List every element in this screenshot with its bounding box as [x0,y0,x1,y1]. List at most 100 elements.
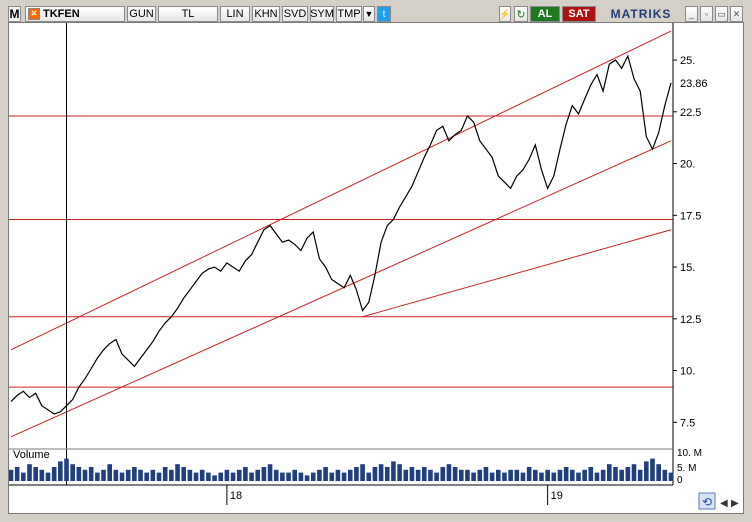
period-button[interactable]: GUN [127,6,156,22]
twitter-icon[interactable]: t [377,6,391,22]
minimize-icon[interactable]: _ [685,6,698,22]
scale-button[interactable]: LIN [220,6,250,22]
sell-button[interactable]: SAT [562,6,596,22]
volume-bar [64,458,69,481]
volume-bar [267,464,273,481]
x-tick-label: 18 [230,490,242,502]
volume-bar [14,467,20,481]
volume-bar [403,469,409,481]
last-value-label: 23.86 [680,78,708,90]
volume-bar [551,472,557,481]
buy-button[interactable]: AL [530,6,560,22]
volume-bar [113,469,119,481]
close-icon[interactable]: ✕ [28,8,40,20]
volume-tick-label: 0 [677,475,683,486]
y-tick-label: 22.5 [680,107,701,119]
volume-bar [644,461,649,481]
volume-bar [384,467,390,481]
volume-bar [95,472,100,481]
volume-bar [243,467,248,481]
brand-logo: MATRIKS [610,7,672,21]
volume-bar [138,469,143,481]
volume-bar [397,464,402,481]
volume-bar [625,467,631,481]
volume-bar [27,464,32,481]
y-tick-label: 7.5 [680,417,695,429]
volume-bar [45,472,51,481]
volume-bar [51,467,57,481]
volume-bar [125,469,131,481]
volume-bar [545,469,550,481]
volume-bar [162,467,168,481]
arrow-left-icon[interactable]: ◀ [720,498,728,509]
volume-bar [33,467,38,481]
volume-bar [483,467,489,481]
volume-bar [206,472,211,481]
volume-bar [452,467,458,481]
volume-bar [508,469,513,481]
volume-bar [607,464,612,481]
volume-bar [440,467,446,481]
volume-bar [354,467,359,481]
volume-bar [557,469,563,481]
svd-button[interactable]: SVD [282,6,308,22]
volume-bar [570,469,575,481]
volume-bar [76,467,82,481]
volume-bar [187,469,193,481]
volume-bar [502,472,507,481]
refresh-icon[interactable]: ⚡ [499,6,511,22]
volume-bar [347,469,353,481]
volume-bar [335,469,341,481]
volume-bar [273,469,279,481]
volume-bar [317,469,322,481]
volume-bar [304,475,310,481]
volume-bar [39,469,45,481]
volume-bar [292,469,298,481]
m-logo-icon[interactable]: M [8,6,21,22]
sync-icon[interactable]: ⟲ [702,495,712,509]
volume-bar [613,467,618,481]
volume-bar [391,461,396,481]
volume-bar [446,464,452,481]
restore-icon[interactable]: ▫ [700,6,713,22]
close-icon[interactable]: ✕ [730,6,743,22]
chevron-down-icon[interactable]: ▼ [363,6,375,22]
volume-bar [236,469,242,481]
volume-bar [495,469,501,481]
volume-bar [662,469,668,481]
y-tick-label: 12.5 [680,314,701,326]
khn-button[interactable]: KHN [252,6,280,22]
volume-bar [582,469,587,481]
volume-bar [181,467,187,481]
volume-bar [619,469,624,481]
refresh-icon[interactable]: ↻ [514,6,528,22]
volume-tick-label: 5. M [677,463,696,474]
volume-bar [8,469,14,481]
volume-bar [600,469,606,481]
volume-bar [298,472,304,481]
volume-bar [101,469,106,481]
price-chart[interactable]: 25. 22.5 20. 17.5 15. 12.5 10. 7.5 23.86 Volume 10… [8,23,743,513]
sym-button[interactable]: SYM [310,6,334,22]
volume-bar [637,469,643,481]
volume-bar [588,467,594,481]
volume-bar [520,472,526,481]
symbol-field[interactable]: ✕ TKFEN [25,6,125,22]
volume-bar [409,467,415,481]
tmp-button[interactable]: TMP [336,6,362,22]
arrow-right-icon[interactable]: ▶ [731,498,739,509]
volume-bar [563,467,569,481]
volume-bar [526,467,532,481]
volume-bar [286,472,291,481]
currency-button[interactable]: TL [158,6,218,22]
restore-icon[interactable]: ▭ [715,6,728,22]
volume-bar [477,469,483,481]
volume-bar [532,469,538,481]
volume-bar [144,472,150,481]
volume-bar [150,469,156,481]
volume-bar [329,472,335,481]
y-tick-label: 17.5 [680,210,701,222]
volume-bar [341,472,347,481]
volume-bar [82,469,88,481]
volume-bar [107,464,112,481]
